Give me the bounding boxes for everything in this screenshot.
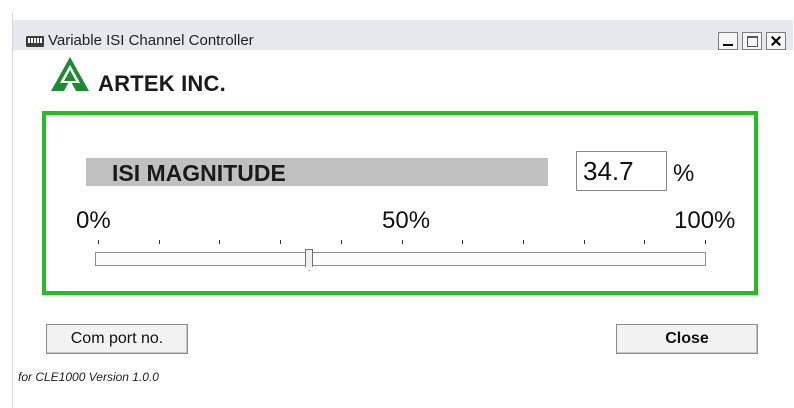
- slider-min-label: 0%: [76, 207, 111, 234]
- slider-tick: [705, 240, 706, 244]
- company-logo-text: ARTEK INC.: [98, 71, 226, 96]
- slider-mid-label: 50%: [382, 207, 431, 234]
- slider-tick: [462, 240, 463, 244]
- close-button[interactable]: Close: [616, 324, 758, 354]
- slider-tick: [644, 240, 645, 244]
- com-port-button[interactable]: Com port no.: [46, 324, 188, 354]
- slider-tick: [341, 240, 342, 244]
- isi-magnitude-label: ISI MAGNITUDE: [86, 158, 548, 186]
- maximize-icon[interactable]: [742, 32, 762, 50]
- slider-tick: [523, 240, 524, 244]
- window-title: Variable ISI Channel Controller: [48, 32, 254, 49]
- app-window-icon: [26, 36, 44, 47]
- magnitude-unit: %: [673, 160, 695, 187]
- isi-magnitude-label-text: ISI MAGNITUDE: [112, 160, 286, 186]
- slider-max-label: 100%: [674, 207, 736, 234]
- slider-ticks: [98, 240, 706, 248]
- slider-tick: [584, 240, 585, 244]
- isi-slider-track[interactable]: [95, 252, 706, 266]
- slider-tick: [219, 240, 220, 244]
- isi-magnitude-input[interactable]: [576, 151, 667, 191]
- close-icon[interactable]: [766, 32, 786, 50]
- slider-tick: [98, 240, 99, 244]
- slider-tick: [159, 240, 160, 244]
- minimize-icon[interactable]: [718, 32, 738, 50]
- slider-tick: [402, 240, 403, 244]
- title-bar[interactable]: Variable ISI Channel Controller: [13, 20, 793, 50]
- artek-logo-icon: [51, 57, 89, 91]
- isi-control-panel: [42, 111, 758, 295]
- version-text: for CLE1000 Version 1.0.0: [18, 370, 159, 384]
- slider-tick: [280, 240, 281, 244]
